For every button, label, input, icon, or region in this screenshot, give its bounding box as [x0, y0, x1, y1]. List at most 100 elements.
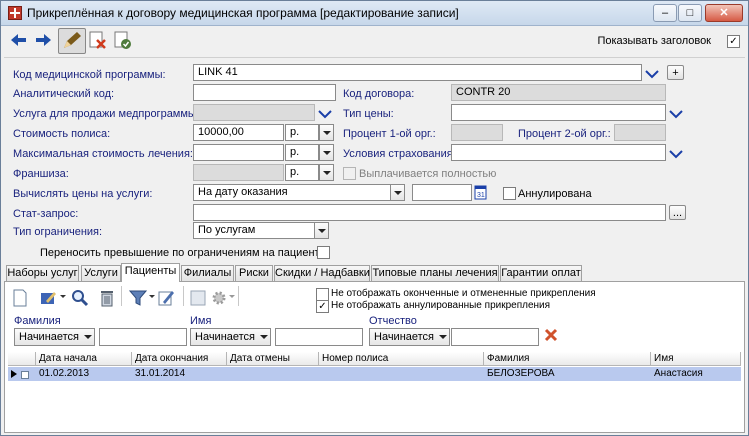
cancel-edit-icon[interactable] — [86, 29, 108, 51]
name-filter-input[interactable] — [275, 328, 363, 346]
main-toolbar: Показывать заголовок ✓ — [4, 27, 745, 55]
new-document-icon[interactable] — [11, 289, 29, 307]
program-code-label: Код медицинской программы: — [13, 69, 166, 81]
search-icon[interactable] — [71, 289, 89, 307]
toolbar-separator — [121, 286, 122, 306]
add-program-button[interactable]: + — [667, 65, 684, 80]
policy-cost-label: Стоимость полиса: — [13, 128, 111, 140]
chevron-down-icon[interactable] — [318, 109, 332, 119]
minimize-button[interactable]: – — [653, 4, 677, 22]
stat-query-browse-button[interactable]: ... — [669, 205, 686, 220]
franchise-currency-dropdown[interactable] — [319, 164, 334, 181]
patients-tab-panel: Не отображать оконченные и отмененные пр… — [4, 281, 745, 433]
chevron-down-icon[interactable] — [669, 149, 683, 159]
tab-risks[interactable]: Риски — [235, 265, 273, 281]
patronymic-filter-input[interactable] — [451, 328, 539, 346]
dialog-window: Прикреплённая к договору медицинская про… — [0, 0, 749, 436]
program-code-input[interactable]: LINK 41 — [193, 64, 642, 81]
surname-filter-input[interactable] — [99, 328, 187, 346]
table-row[interactable]: 01.02.2013 31.01.2014 БЕЛОЗЕРОВА Анастас… — [8, 367, 741, 381]
hide-finished-label: Не отображать оконченные и отмененные пр… — [331, 288, 596, 299]
franchise-currency-select[interactable]: р. — [285, 164, 319, 181]
toolbar-separator — [238, 286, 239, 306]
patronymic-filter-label: Отчество — [369, 315, 417, 327]
forward-arrow-icon[interactable] — [32, 29, 54, 51]
name-mode-select[interactable]: Начинается — [190, 328, 271, 346]
insurance-cond-label: Условия страхования: — [343, 148, 456, 160]
toolbar-separator — [183, 286, 184, 306]
hide-annulled-checkbox[interactable]: ✓ — [316, 300, 329, 313]
surname-mode-select[interactable]: Начинается — [14, 328, 95, 346]
trash-icon[interactable] — [98, 289, 116, 307]
calc-prices-select[interactable]: На дату оказания — [193, 184, 404, 201]
row-expand-icon[interactable] — [21, 371, 29, 379]
policy-currency-select[interactable]: р. — [285, 124, 319, 141]
analytic-code-label: Аналитический код: — [13, 88, 115, 100]
filter-icon[interactable] — [129, 289, 147, 307]
row-pointer-icon — [11, 370, 17, 378]
policy-currency-dropdown[interactable] — [319, 124, 334, 141]
col-start-date[interactable]: Дата начала — [36, 352, 132, 366]
limit-type-label: Тип ограничения: — [13, 226, 103, 238]
max-cost-currency-dropdown[interactable] — [319, 144, 334, 161]
back-arrow-icon[interactable] — [8, 29, 30, 51]
cell-surname: БЕЛОЗЕРОВА — [487, 368, 555, 379]
chevron-down-icon[interactable] — [669, 109, 683, 119]
analytic-code-input[interactable] — [193, 84, 336, 101]
cell-policy-number — [319, 367, 322, 381]
patronymic-mode-value: Начинается — [374, 331, 435, 343]
tab-branches[interactable]: Филиалы — [181, 265, 234, 281]
stat-query-input[interactable] — [193, 204, 666, 221]
edit-form-icon[interactable] — [157, 289, 175, 307]
clear-filter-icon[interactable] — [544, 328, 558, 342]
annulled-label: Аннулирована — [518, 188, 592, 200]
maximize-button[interactable]: □ — [678, 4, 702, 22]
franchise-label: Франшиза: — [13, 168, 69, 180]
tab-discounts[interactable]: Скидки / Надбавки — [274, 265, 370, 281]
edit-pencil-icon[interactable] — [58, 28, 86, 54]
service-sale-label: Услуга для продажи медпрограммы: — [13, 108, 199, 120]
edit-record-icon[interactable] — [40, 289, 58, 307]
col-surname[interactable]: Фамилия — [484, 352, 651, 366]
calc-prices-dropdown[interactable] — [390, 184, 405, 201]
limit-type-select[interactable]: По услугам — [193, 222, 329, 239]
tab-patients[interactable]: Пациенты — [121, 263, 180, 282]
col-name[interactable]: Имя — [651, 352, 741, 366]
cell-name: Анастасия — [654, 368, 703, 379]
svg-text:31: 31 — [477, 192, 485, 199]
calc-date-input[interactable] — [412, 184, 472, 201]
percent1-label: Процент 1-ой орг.: — [343, 128, 436, 140]
close-button[interactable]: ✕ — [705, 4, 743, 22]
tab-payment-guarantees[interactable]: Гарантии оплат — [500, 265, 582, 281]
calc-prices-label: Вычислять цены на услуги: — [13, 188, 153, 200]
limit-type-dropdown[interactable] — [314, 222, 329, 239]
patronymic-mode-select[interactable]: Начинается — [369, 328, 450, 346]
edit-dropdown-arrow[interactable] — [60, 295, 66, 298]
col-end-date[interactable]: Дата окончания — [132, 352, 227, 366]
cell-end-date: 31.01.2014 — [135, 368, 186, 379]
max-cost-input[interactable] — [193, 144, 284, 161]
name-mode-value: Начинается — [195, 331, 256, 343]
show-header-checkbox[interactable]: ✓ — [727, 35, 740, 48]
policy-cost-input[interactable]: 10000,00 — [193, 124, 284, 141]
max-cost-currency-select[interactable]: р. — [285, 144, 319, 161]
filter-dropdown-arrow[interactable] — [149, 295, 155, 298]
contract-code-field: CONTR 20 — [451, 84, 666, 101]
col-cancel-date[interactable]: Дата отмены — [227, 352, 319, 366]
tab-treatment-plans[interactable]: Типовые планы лечения — [371, 265, 499, 281]
transfer-excess-label: Переносить превышение по ограничениям на… — [40, 247, 326, 259]
save-close-icon[interactable] — [111, 29, 133, 51]
annulled-checkbox[interactable] — [503, 187, 516, 200]
calendar-icon[interactable]: 31 — [474, 184, 487, 201]
transfer-excess-checkbox[interactable] — [317, 246, 330, 259]
settings-gear-icon[interactable] — [210, 289, 228, 307]
show-header-label: Показывать заголовок — [597, 35, 711, 47]
print-preview-icon[interactable] — [189, 289, 207, 307]
tab-services[interactable]: Услуги — [81, 265, 121, 281]
insurance-cond-input[interactable] — [451, 144, 666, 161]
tab-service-sets[interactable]: Наборы услуг — [6, 265, 79, 281]
col-policy-number[interactable]: Номер полиса — [319, 352, 484, 366]
chevron-down-icon[interactable] — [645, 69, 659, 79]
price-type-input[interactable] — [451, 104, 666, 121]
settings-dropdown-arrow[interactable] — [229, 295, 235, 298]
